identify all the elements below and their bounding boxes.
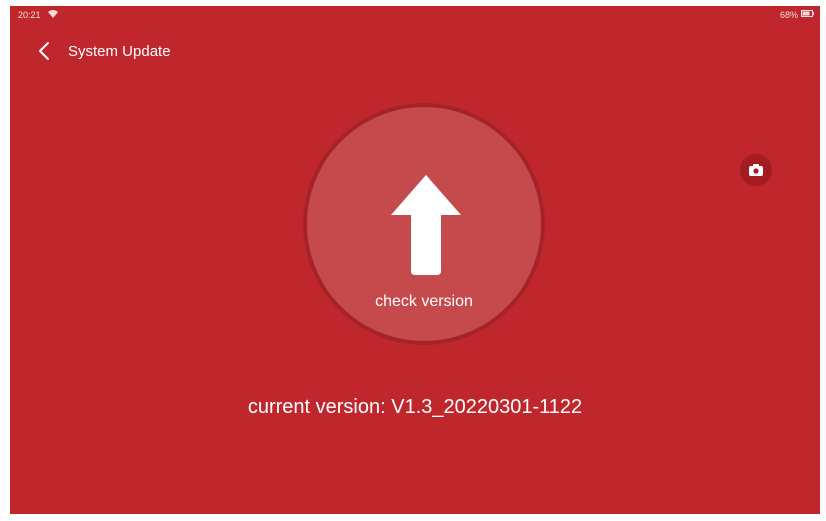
status-time: 20:21 xyxy=(18,10,41,20)
check-version-label: check version xyxy=(375,293,473,310)
page-title: System Update xyxy=(68,43,171,60)
back-button[interactable] xyxy=(34,40,56,62)
title-bar: System Update xyxy=(10,34,820,68)
battery-percentage: 68% xyxy=(779,10,798,20)
chevron-left-icon xyxy=(39,42,49,60)
arrow-up-icon xyxy=(391,175,461,275)
device-screen: 20:21 68% System Update check version cu… xyxy=(10,6,820,514)
status-bar: 20:21 68% xyxy=(10,6,820,24)
battery-icon xyxy=(801,10,814,17)
check-version-button[interactable]: check version xyxy=(303,103,545,345)
screenshot-button[interactable] xyxy=(740,154,772,186)
camera-icon xyxy=(749,164,763,176)
wifi-icon xyxy=(48,10,58,18)
current-version-text: current version: V1.3_20220301-1122 xyxy=(247,396,583,418)
